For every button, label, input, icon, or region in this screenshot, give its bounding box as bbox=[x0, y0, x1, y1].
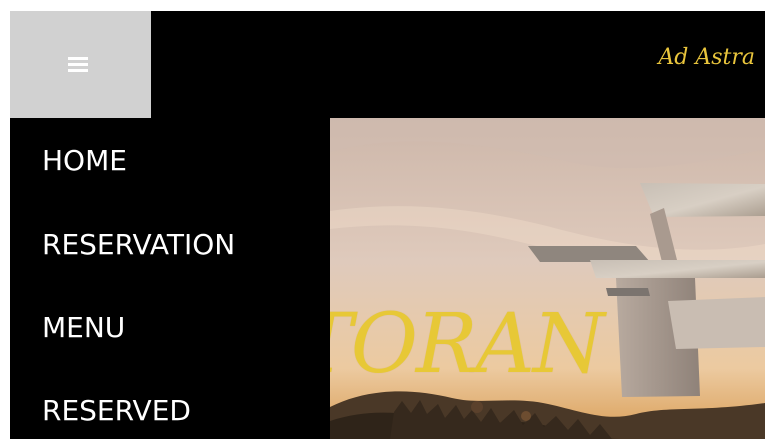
hamburger-line-middle bbox=[68, 63, 88, 66]
hamburger-icon bbox=[68, 57, 88, 72]
hero-title: TORAN bbox=[330, 297, 605, 392]
sidebar-item-reservation[interactable]: RESERVATION bbox=[42, 229, 235, 261]
canopy-upper-shadow bbox=[528, 246, 650, 262]
rock-highlight-2 bbox=[521, 411, 531, 421]
hamburger-line-top bbox=[68, 57, 88, 60]
rock-highlight-1 bbox=[471, 401, 483, 413]
structure-side-block bbox=[668, 297, 765, 349]
sidebar-item-home[interactable]: HOME bbox=[42, 145, 127, 177]
sidebar-item-menu[interactable]: MENU bbox=[42, 312, 125, 344]
side-menu: HOME RESERVATION MENU RESERVED bbox=[10, 118, 330, 439]
canopy-middle-layer bbox=[590, 260, 765, 278]
sidebar-item-reserved[interactable]: RESERVED bbox=[42, 395, 191, 427]
top-bar: Ad Astra bbox=[10, 11, 765, 118]
brand-text: Ad Astra bbox=[658, 45, 755, 70]
hamburger-line-bottom bbox=[68, 69, 88, 72]
menu-toggle-button[interactable] bbox=[10, 11, 151, 118]
page: Ad Astra ORAN HOME RESERVATION MENU RESE… bbox=[0, 0, 765, 439]
structure-shadow-slot bbox=[606, 288, 650, 296]
hero-image: TORAN bbox=[330, 118, 765, 439]
